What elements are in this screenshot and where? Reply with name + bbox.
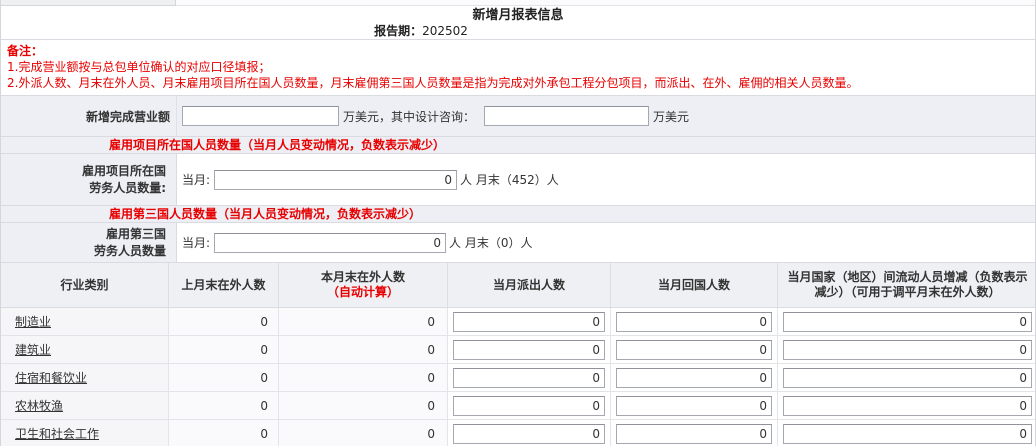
table-row: 农林牧渔 0 0 — [1, 392, 1035, 420]
host-country-row-label: 雇用项目所在国 劳务人员数量: — [1, 154, 177, 205]
report-period: 报告期：202502 — [1, 24, 938, 39]
prev-month-count: 0 — [169, 392, 279, 419]
dispatched-input[interactable] — [453, 367, 605, 388]
col-header-curr-month: 本月末在外人数（自动计算） — [279, 263, 448, 307]
host-country-label-line1: 雇用项目所在国 — [81, 163, 166, 178]
flow-adjust-input[interactable] — [783, 367, 1032, 388]
flow-adjust-input[interactable] — [783, 311, 1032, 332]
revenue-unit-mid: 万美元，其中设计咨询： — [343, 109, 476, 124]
col-header-industry: 行业类别 — [1, 263, 169, 307]
prev-month-count: 0 — [169, 308, 279, 335]
third-country-month-label: 当月: — [182, 236, 211, 250]
curr-month-count: 0 — [279, 308, 448, 335]
note-line-2: 2.外派人数、月末在外人员、月末雇用项目所在国人员数量，月末雇佣第三国人员数量是… — [7, 76, 859, 90]
col-header-flow-adjust: 当月国家（地区）间流动人员增减（负数表示减少）（可用于调平月末在外人数） — [787, 270, 1028, 299]
revenue-unit-end: 万美元 — [653, 109, 690, 124]
curr-month-count: 0 — [279, 420, 448, 446]
third-country-section-header: 雇用第三国人员数量（当月人员变动情况，负数表示减少） — [1, 206, 1035, 223]
table-row: 住宿和餐饮业 0 0 — [1, 364, 1035, 392]
table-row: 卫生和社会工作 0 0 — [1, 420, 1035, 446]
col-header-dispatched: 当月派出人数 — [448, 263, 611, 307]
industry-link[interactable]: 卫生和社会工作 — [15, 425, 99, 442]
dispatched-input[interactable] — [453, 395, 605, 416]
table-row: 制造业 0 0 — [1, 308, 1035, 336]
note-line-1: 1.完成营业额按与总包单位确认的对应口径填报； — [7, 60, 271, 74]
host-country-month-label: 当月: — [182, 173, 211, 187]
col-header-prev-month: 上月末在外人数 — [169, 263, 279, 307]
host-country-section-header: 雇用项目所在国人员数量（当月人员变动情况，负数表示减少） — [1, 137, 1035, 154]
notes-section: 备注： 1.完成营业额按与总包单位确认的对应口径填报； 2.外派人数、月末在外人… — [1, 39, 1035, 96]
report-form-panel: 新增月报表信息 报告期：202502 备注： 1.完成营业额按与总包单位确认的对… — [0, 0, 1036, 446]
design-consulting-input[interactable] — [484, 106, 650, 126]
industry-link[interactable]: 农林牧渔 — [15, 397, 63, 414]
industry-link[interactable]: 住宿和餐饮业 — [15, 369, 87, 386]
third-country-label-line2: 劳务人员数量 — [93, 243, 166, 258]
flow-adjust-input[interactable] — [783, 339, 1032, 360]
page-title: 新增月报表信息 — [472, 8, 564, 23]
prev-month-count: 0 — [169, 364, 279, 391]
revenue-row: 新增完成营业额 万美元，其中设计咨询： 万美元 — [1, 96, 1035, 137]
host-country-row-content: 当月: 人 月末（452）人 — [177, 169, 559, 190]
third-country-row-label: 雇用第三国 劳务人员数量 — [1, 223, 177, 262]
revenue-input[interactable] — [182, 106, 339, 126]
dispatched-input[interactable] — [453, 311, 605, 332]
third-country-label-line1: 雇用第三国 — [105, 226, 166, 241]
host-country-month-input[interactable] — [214, 169, 458, 190]
auto-calc-note: （自动计算） — [326, 285, 399, 299]
prev-month-count: 0 — [169, 420, 279, 446]
returned-input[interactable] — [616, 367, 772, 388]
notes-label: 备注： — [7, 44, 44, 58]
report-period-label: 报告期： — [374, 24, 423, 38]
industry-link[interactable]: 制造业 — [15, 313, 51, 330]
revenue-label: 新增完成营业额 — [1, 96, 177, 136]
title-bar: 新增月报表信息 报告期：202502 — [1, 6, 1035, 39]
curr-month-count: 0 — [279, 392, 448, 419]
curr-month-count: 0 — [279, 336, 448, 363]
dispatched-input[interactable] — [453, 423, 605, 444]
host-country-label-line2: 劳务人员数量: — [89, 180, 166, 195]
third-country-suffix: 人 月末（0）人 — [449, 236, 533, 250]
industry-table: 行业类别 上月末在外人数 本月末在外人数（自动计算） 当月派出人数 当月回国人数… — [1, 263, 1035, 446]
report-period-value: 202502 — [422, 24, 468, 38]
industry-table-header: 行业类别 上月末在外人数 本月末在外人数（自动计算） 当月派出人数 当月回国人数… — [1, 263, 1035, 308]
curr-month-count: 0 — [279, 364, 448, 391]
host-country-suffix: 人 月末（452）人 — [460, 173, 559, 187]
returned-input[interactable] — [616, 311, 772, 332]
returned-input[interactable] — [616, 339, 772, 360]
industry-link[interactable]: 建筑业 — [15, 341, 51, 358]
prev-month-count: 0 — [169, 336, 279, 363]
dispatched-input[interactable] — [453, 339, 605, 360]
returned-input[interactable] — [616, 423, 772, 444]
col-header-returned: 当月回国人数 — [611, 263, 778, 307]
third-country-month-input[interactable] — [214, 232, 447, 253]
returned-input[interactable] — [616, 395, 772, 416]
host-country-row: 雇用项目所在国 劳务人员数量: 当月: 人 月末（452）人 — [1, 154, 1035, 206]
table-row: 建筑业 0 0 — [1, 336, 1035, 364]
third-country-row: 雇用第三国 劳务人员数量 当月: 人 月末（0）人 — [1, 223, 1035, 263]
flow-adjust-input[interactable] — [783, 395, 1032, 416]
flow-adjust-input[interactable] — [783, 423, 1032, 444]
third-country-row-content: 当月: 人 月末（0）人 — [177, 232, 533, 253]
